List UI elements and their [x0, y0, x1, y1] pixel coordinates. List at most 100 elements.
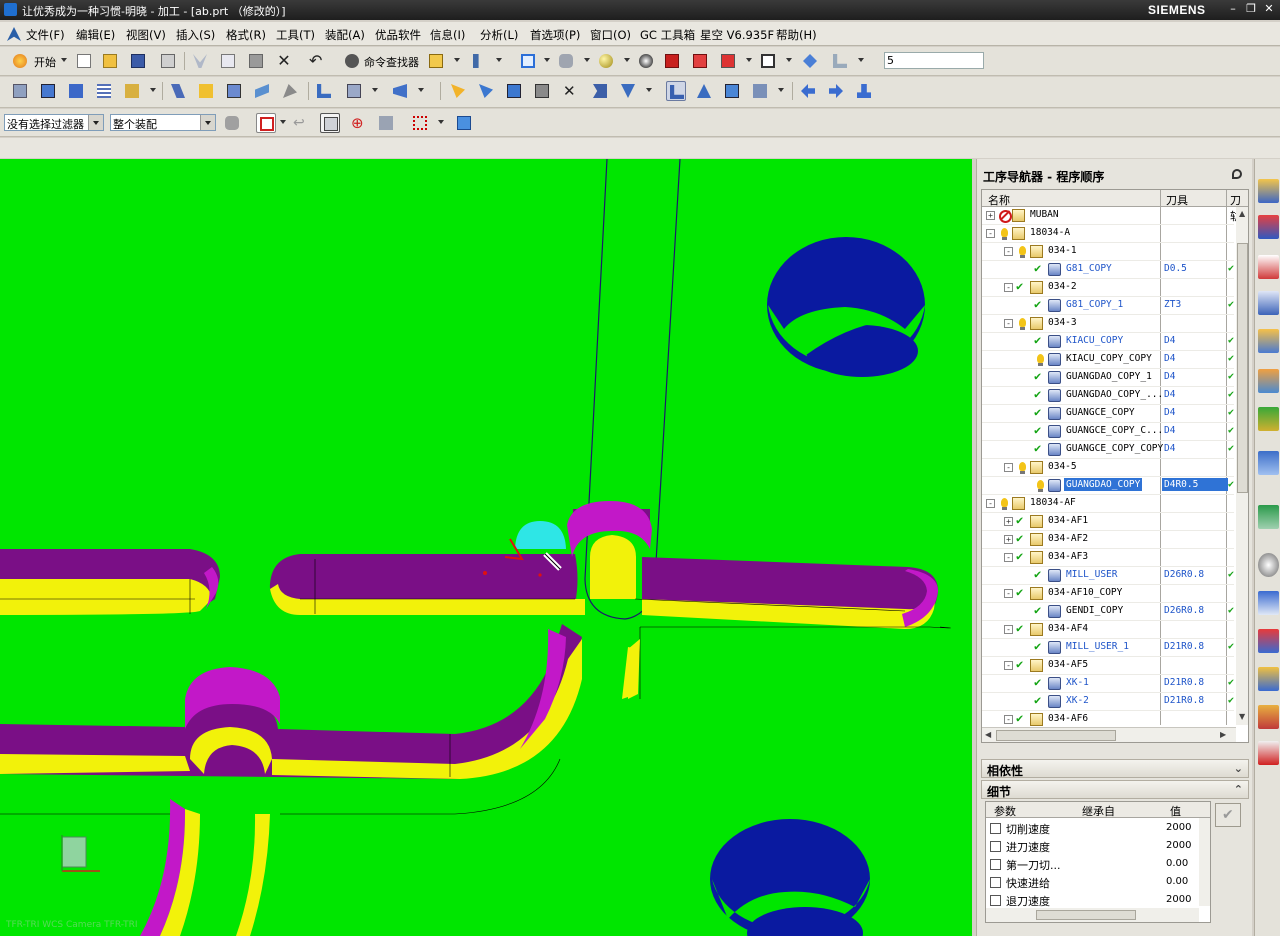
resource-navigator-icon[interactable]	[1258, 179, 1279, 203]
operation-row[interactable]: KIACU_COPY D4 ✔	[982, 333, 1234, 351]
minimize-button[interactable]: –	[1226, 2, 1240, 16]
collapse-icon[interactable]: -	[1004, 319, 1013, 328]
program-group-row[interactable]: +034-AF2	[982, 531, 1234, 549]
method-view-icon[interactable]	[252, 81, 272, 101]
operation-row[interactable]: MILL_USER D26R0.8 ✔	[982, 567, 1234, 585]
collapse-icon[interactable]: -	[986, 499, 995, 508]
history-icon[interactable]	[1258, 451, 1279, 475]
details-value[interactable]: 2000	[1166, 840, 1191, 851]
expand-icon[interactable]: +	[1004, 517, 1013, 526]
create-dropdown-icon[interactable]	[150, 88, 156, 92]
operation-row[interactable]: MILL_USER_1 D21R0.8 ✔	[982, 639, 1234, 657]
program-group-row[interactable]: - 034-5	[982, 459, 1234, 477]
cut-icon[interactable]	[190, 51, 210, 71]
collapse-icon[interactable]: -	[1004, 247, 1013, 256]
menu-gc-toolbox[interactable]: GC 工具箱	[640, 27, 695, 43]
select-features-icon[interactable]	[376, 113, 396, 133]
collapse-icon[interactable]: -	[1004, 661, 1013, 670]
scope-select[interactable]: 整个装配	[110, 114, 216, 131]
program-order-view-icon[interactable]	[168, 81, 188, 101]
edit-op-icon[interactable]	[448, 81, 468, 101]
operation-row[interactable]: GUANGCE_COPY_COPYD4 ✔	[982, 441, 1234, 459]
program-group-row[interactable]: - 034-2	[982, 279, 1234, 297]
crosshair-icon[interactable]: ⊕	[348, 113, 368, 133]
post-process-icon[interactable]	[854, 81, 874, 101]
constraint-navigator-icon[interactable]	[1258, 255, 1279, 279]
details-row[interactable]: 切削速度 2000	[986, 819, 1198, 837]
type-filter-select[interactable]: 没有选择过滤器	[4, 114, 104, 131]
create-method-icon[interactable]	[94, 81, 114, 101]
render-dropdown-icon[interactable]	[624, 58, 630, 62]
verify-path-icon[interactable]	[390, 81, 410, 101]
menu-file[interactable]: 文件(F)	[26, 27, 65, 43]
create-geometry-icon[interactable]	[66, 81, 86, 101]
program-group-row[interactable]: - 18034-A	[982, 225, 1234, 243]
collapse-icon[interactable]: -	[1004, 589, 1013, 598]
scroll-down-icon[interactable]: ▼	[1239, 712, 1245, 721]
details-horizontal-scrollbar[interactable]	[986, 908, 1199, 922]
operation-row[interactable]: GUANGDAO_COPY_...D4 ✔	[982, 387, 1234, 405]
geometry-view-icon[interactable]	[224, 81, 244, 101]
verify-dropdown-icon[interactable]	[418, 88, 424, 92]
system-scenes-icon[interactable]	[1258, 629, 1279, 653]
program-group-row[interactable]: - 034-3	[982, 315, 1234, 333]
gray-tool-icon[interactable]	[280, 81, 300, 101]
menu-xingkong[interactable]: 星空 V6.935F	[700, 27, 774, 43]
create-program-icon[interactable]	[10, 81, 30, 101]
collapse-icon[interactable]: -	[986, 229, 995, 238]
red-cube-icon[interactable]	[662, 51, 682, 71]
new-file-icon[interactable]	[74, 51, 94, 71]
program-group-row[interactable]: - 034-1	[982, 243, 1234, 261]
tool-display-icon[interactable]	[722, 81, 742, 101]
operation-row[interactable]: G81_COPY D0.5 ✔	[982, 261, 1234, 279]
program-group-row[interactable]: - 034-AF5	[982, 657, 1234, 675]
program-group-row[interactable]: - 034-AF4	[982, 621, 1234, 639]
collapse-icon[interactable]: -	[1004, 715, 1013, 724]
tree-horizontal-scrollbar[interactable]: ◀ ▶	[982, 727, 1236, 742]
paste-op-icon[interactable]	[532, 81, 552, 101]
program-group-row[interactable]: - 034-AF3	[982, 549, 1234, 567]
menu-youpin[interactable]: 优品软件	[375, 27, 421, 43]
collapse-icon[interactable]: -	[1004, 625, 1013, 634]
operation-row[interactable]: GUANGCE_COPY D4 ✔	[982, 405, 1234, 423]
details-row-checkbox[interactable]	[990, 823, 1001, 834]
menu-assembly[interactable]: 装配(A)	[325, 27, 365, 43]
forward-arrow-icon[interactable]	[826, 81, 846, 101]
hd3d-tools-icon[interactable]	[1258, 369, 1279, 393]
program-group-row[interactable]: +034-AF1	[982, 513, 1234, 531]
menu-format[interactable]: 格式(R)	[226, 27, 266, 43]
program-order-tree[interactable]: 名称 刀具 刀轨 + MUBAN - 18034-A - 034-1 G81_COPY D0.…	[981, 189, 1249, 743]
tool-list-icon[interactable]	[750, 81, 770, 101]
dimension-dropdown-icon[interactable]	[496, 58, 502, 62]
path-toggle-icon[interactable]	[694, 81, 714, 101]
scroll-thumb[interactable]	[996, 730, 1116, 741]
delete-icon[interactable]: ✕	[274, 51, 294, 71]
scroll-right-icon[interactable]: ▶	[1220, 730, 1226, 739]
expand-icon[interactable]: +	[1004, 535, 1013, 544]
scroll-thumb[interactable]	[1237, 243, 1248, 493]
pin-icon[interactable]	[1232, 169, 1242, 179]
collapse-icon[interactable]: -	[1004, 463, 1013, 472]
details-row-checkbox[interactable]	[990, 859, 1001, 870]
generate-path-icon[interactable]	[314, 81, 334, 101]
program-group-row[interactable]: + MUBAN	[982, 207, 1234, 225]
web-browser-icon[interactable]	[1258, 407, 1279, 431]
menu-help[interactable]: 帮助(H)	[776, 27, 817, 43]
back-arrow-icon[interactable]	[798, 81, 818, 101]
operation-row[interactable]: GUANGDAO_COPY_1 D4 ✔	[982, 369, 1234, 387]
red-tool-icon[interactable]	[1258, 741, 1279, 765]
fit-view-icon[interactable]	[518, 51, 538, 71]
restore-button[interactable]: ❐	[1244, 2, 1258, 16]
operation-row[interactable]: XK-1 D21R0.8 ✔	[982, 675, 1234, 693]
curve-rule-icon[interactable]: ↩	[290, 113, 310, 133]
scroll-left-icon[interactable]: ◀	[985, 730, 991, 739]
details-value[interactable]: 2000	[1166, 894, 1191, 905]
wcs-dropdown-icon[interactable]	[858, 58, 864, 62]
edit-object-icon[interactable]	[426, 51, 446, 71]
start-dropdown-icon[interactable]	[61, 58, 67, 62]
operation-row[interactable]: KIACU_COPY_COPY D4 ✔	[982, 351, 1234, 369]
fit-dropdown-icon[interactable]	[544, 58, 550, 62]
manufacturing-wizard-icon[interactable]	[1258, 667, 1279, 691]
clock-icon[interactable]	[1258, 553, 1279, 577]
copy-op-icon[interactable]	[504, 81, 524, 101]
